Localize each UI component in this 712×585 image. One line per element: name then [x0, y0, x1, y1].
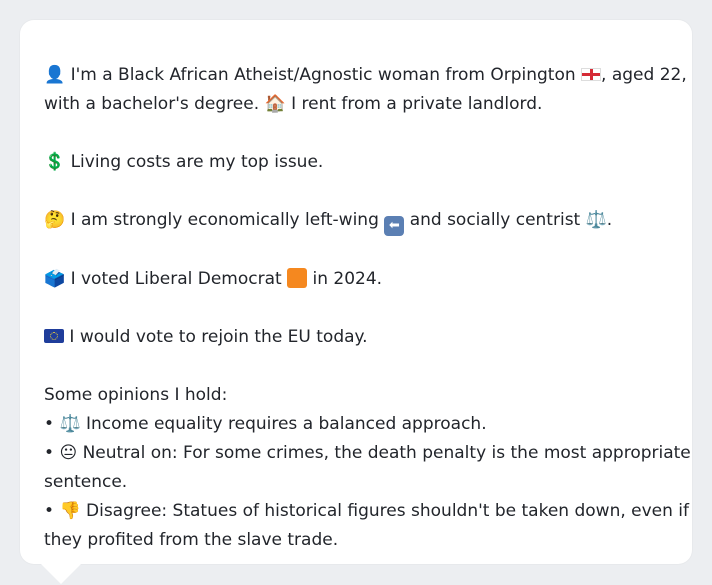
opinion-item: • ⚖️ Income equality requires a balanced… [44, 410, 668, 439]
bullet: • [44, 443, 55, 463]
speech-bubble-tail [41, 564, 81, 584]
ideology-text-b: and socially centrist [409, 210, 581, 230]
opinion-continuation: sentence. [44, 472, 128, 492]
persona-card: 👤 I'm a Black African Atheist/Agnostic w… [20, 20, 692, 564]
vote-text-b: in 2024. [312, 269, 383, 289]
top-issue: 💲 Living costs are my top issue. [44, 148, 668, 177]
intro-line-2: with a bachelor's degree. 🏠 I rent from … [44, 90, 668, 119]
eu-stance: I would vote to rejoin the EU today. [44, 323, 668, 352]
opinion-text: Neutral on: For some crimes, the death p… [82, 443, 691, 463]
intro-line-1: 👤 I'm a Black African Atheist/Agnostic w… [44, 61, 687, 90]
ballot-box-icon: 🗳️ [44, 269, 66, 289]
vote-2024: 🗳️ I voted Liberal Democrat in 2024. [44, 265, 668, 294]
eu-text: I would vote to rejoin the EU today. [69, 327, 368, 347]
opinion-text: Income equality requires a balanced appr… [86, 414, 487, 434]
ideology-text-c: . [606, 210, 613, 230]
vote-text-a: I voted Liberal Democrat [70, 269, 282, 289]
ideology: 🤔 I am strongly economically left-wing ⬅… [44, 206, 668, 236]
balance-scale-icon: ⚖️ [585, 210, 607, 230]
thinking-face-icon: 🤔 [44, 210, 66, 230]
house-icon: 🏠 [264, 94, 286, 114]
ideology-text-a: I am strongly economically left-wing [70, 210, 379, 230]
bullet: • [44, 501, 55, 521]
left-arrow-icon: ⬅ [384, 216, 405, 236]
balance-scale-icon: ⚖️ [59, 414, 81, 434]
opinion-text: Disagree: Statues of historical figures … [86, 501, 690, 521]
bullet: • [44, 414, 55, 434]
thumbs-down-icon: 👎 [59, 501, 81, 521]
intro-text-a: I'm a Black African Atheist/Agnostic wom… [70, 65, 576, 85]
opinion-item: • 👎 Disagree: Statues of historical figu… [44, 497, 689, 526]
opinion-continuation: they profited from the slave trade. [44, 530, 339, 550]
top-issue-text: Living costs are my top issue. [70, 152, 324, 172]
opinions-section: Some opinions I hold: • ⚖️ Income equali… [44, 381, 691, 555]
orange-square-icon [287, 268, 308, 288]
opinion-item: • 😐 Neutral on: For some crimes, the dea… [44, 439, 691, 468]
dollar-icon: 💲 [44, 152, 66, 172]
neutral-face-icon: 😐 [59, 443, 78, 463]
opinions-heading: Some opinions I hold: [44, 385, 228, 405]
england-flag-icon [581, 68, 602, 81]
housing-text: I rent from a private landlord. [291, 94, 543, 114]
persona-intro: 👤 I'm a Black African Atheist/Agnostic w… [44, 61, 687, 119]
intro-text-b: , aged 22, [601, 65, 687, 85]
eu-flag-icon [44, 329, 64, 343]
person-icon: 👤 [44, 65, 66, 85]
education-text: with a bachelor's degree. [44, 94, 260, 114]
